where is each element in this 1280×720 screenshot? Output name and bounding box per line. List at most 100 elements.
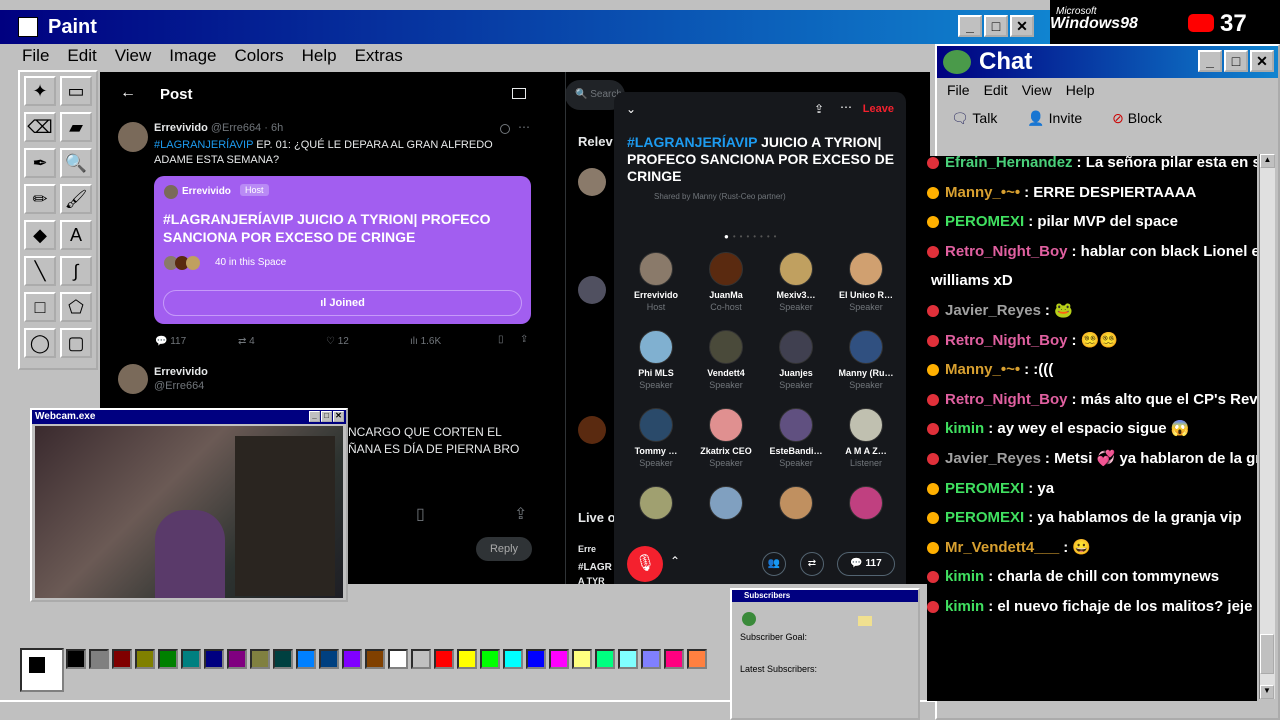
menu-file[interactable]: File [22,44,49,68]
close-button[interactable]: ✕ [333,411,344,422]
paint-tool-icon[interactable]: ◯ [24,328,56,358]
subscribers-window[interactable]: Subscribers Subscriber Goal: Latest Subs… [730,588,920,720]
tweet-author[interactable]: Errevivido [154,122,208,134]
menu-edit[interactable]: Edit [67,44,96,68]
chat-username[interactable]: Javier_Reyes [945,302,1041,319]
speaker[interactable]: El Unico R… Speaker [831,252,901,312]
paint-tool-icon[interactable]: ∫ [60,256,92,286]
chevron-up-icon[interactable]: ⌃ [670,554,680,568]
chevron-down-icon[interactable]: ⌄ [626,102,636,116]
maximize-button[interactable]: □ [321,411,332,422]
space-card[interactable]: Errevivido Host #LAGRANJERÍAVIP JUICIO A… [154,176,531,324]
avatar[interactable] [578,276,606,304]
paint-tool-icon[interactable]: ⬠ [60,292,92,322]
leave-button[interactable]: Leave [863,103,894,115]
scroll-up-arrow[interactable]: ▲ [1260,154,1275,168]
color-swatch[interactable] [457,649,477,669]
paint-titlebar[interactable]: Paint _ □ ✕ [0,10,1050,44]
speaker-avatar[interactable] [639,330,673,364]
color-swatch[interactable] [296,649,316,669]
webcam-window[interactable]: Webcam.exe _ □ ✕ [30,408,348,602]
color-swatch[interactable] [388,649,408,669]
repost-icon[interactable]: ⇄ [800,552,824,576]
color-swatch[interactable] [503,649,523,669]
chat-username[interactable]: kimin [945,568,984,585]
chat-username[interactable]: PEROMEXI [945,480,1024,497]
speaker-avatar[interactable] [709,486,743,520]
chat-menu-view[interactable]: View [1022,82,1052,100]
grok-icon[interactable] [500,124,510,134]
chat-username[interactable]: PEROMEXI [945,213,1024,230]
chat-username[interactable]: PEROMEXI [945,509,1024,526]
speaker-avatar[interactable] [639,252,673,286]
share-icon[interactable]: ⇪ [814,102,824,116]
tweet-hashtag[interactable]: #LAGRANJERÍAVIP [154,139,253,151]
color-swatch[interactable] [480,649,500,669]
color-swatch[interactable] [89,649,109,669]
chat-block-button[interactable]: ⊘ Block [1112,110,1162,144]
speaker-avatar[interactable] [849,330,883,364]
speaker[interactable]: Mexiv3… Speaker [761,252,831,312]
menu-image[interactable]: Image [169,44,216,68]
speaker[interactable]: Zkatrix CEO Speaker [691,408,761,468]
more-icon[interactable]: ⋯ [840,100,852,114]
paint-tool-icon[interactable]: ▭ [60,76,92,106]
maximize-button[interactable]: □ [1224,50,1248,72]
speaker-avatar[interactable] [639,486,673,520]
menu-view[interactable]: View [115,44,152,68]
paint-tool-icon[interactable]: ⌫ [24,112,56,142]
subscribers-titlebar[interactable]: Subscribers [732,590,918,602]
color-swatch[interactable] [250,649,270,669]
color-swatch[interactable] [66,649,86,669]
speaker[interactable]: A M A Z… Listener [831,408,901,468]
chat-invite-button[interactable]: 👤 Invite [1027,110,1082,144]
speaker[interactable]: Manny (Ru… Speaker [831,330,901,390]
menu-extras[interactable]: Extras [355,44,403,68]
maximize-button[interactable]: □ [984,15,1008,37]
comment-count-button[interactable]: 💬 117 [837,552,895,576]
color-swatch[interactable] [158,649,178,669]
webcam-titlebar[interactable]: Webcam.exe [32,410,346,424]
avatar[interactable] [118,122,148,152]
chat-username[interactable]: Manny_•~• [945,184,1020,201]
speaker-avatar[interactable] [709,330,743,364]
minimize-button[interactable]: _ [958,15,982,37]
speaker-avatar[interactable] [849,252,883,286]
chat-window[interactable]: Chat _ □ ✕ File Edit View Help 🗨 Talk 👤 Invi… [927,44,1280,720]
chat-menu-edit[interactable]: Edit [984,82,1008,100]
speaker-avatar[interactable] [779,408,813,442]
chat-username[interactable]: Mr_Vendett4___ [945,539,1059,556]
speaker-avatar[interactable] [779,252,813,286]
menu-help[interactable]: Help [302,44,337,68]
color-swatch[interactable] [411,649,431,669]
paint-tool-icon[interactable]: 🖌 [60,184,92,214]
space-hashtag[interactable]: #LAGRANJERÍAVIP [627,134,757,150]
mic-off-button[interactable]: 🎙 [627,546,663,582]
reply-count[interactable]: 💬 117 [155,336,186,347]
speaker[interactable] [621,486,691,526]
paint-tool-icon[interactable]: ▢ [60,328,92,358]
minimize-button[interactable]: _ [309,411,320,422]
speaker-avatar[interactable] [779,330,813,364]
color-swatch[interactable] [227,649,247,669]
speaker[interactable]: Juanjes Speaker [761,330,831,390]
color-swatch[interactable] [319,649,339,669]
speaker-avatar[interactable] [709,408,743,442]
speaker[interactable]: Phi MLS Speaker [621,330,691,390]
close-button[interactable]: ✕ [1250,50,1274,72]
bookmark-icon[interactable]: ▯ [498,334,504,345]
speaker[interactable] [831,486,901,526]
color-swatch[interactable] [181,649,201,669]
chat-titlebar[interactable]: Chat _ □ ✕ [937,46,1278,78]
chat-username[interactable]: Retro_Night_Boy [945,391,1068,408]
color-swatch[interactable] [572,649,592,669]
share-icon[interactable]: ⇪ [514,504,527,524]
chat-username[interactable]: Manny_•~• [945,361,1020,378]
color-swatch[interactable] [342,649,362,669]
color-swatch[interactable] [273,649,293,669]
paint-tool-icon[interactable]: ✒ [24,148,56,178]
reply-button[interactable]: Reply [476,537,532,561]
chat-username[interactable]: kimin [945,598,984,615]
like-count[interactable]: ♡ 12 [326,336,349,347]
color-swatch[interactable] [618,649,638,669]
